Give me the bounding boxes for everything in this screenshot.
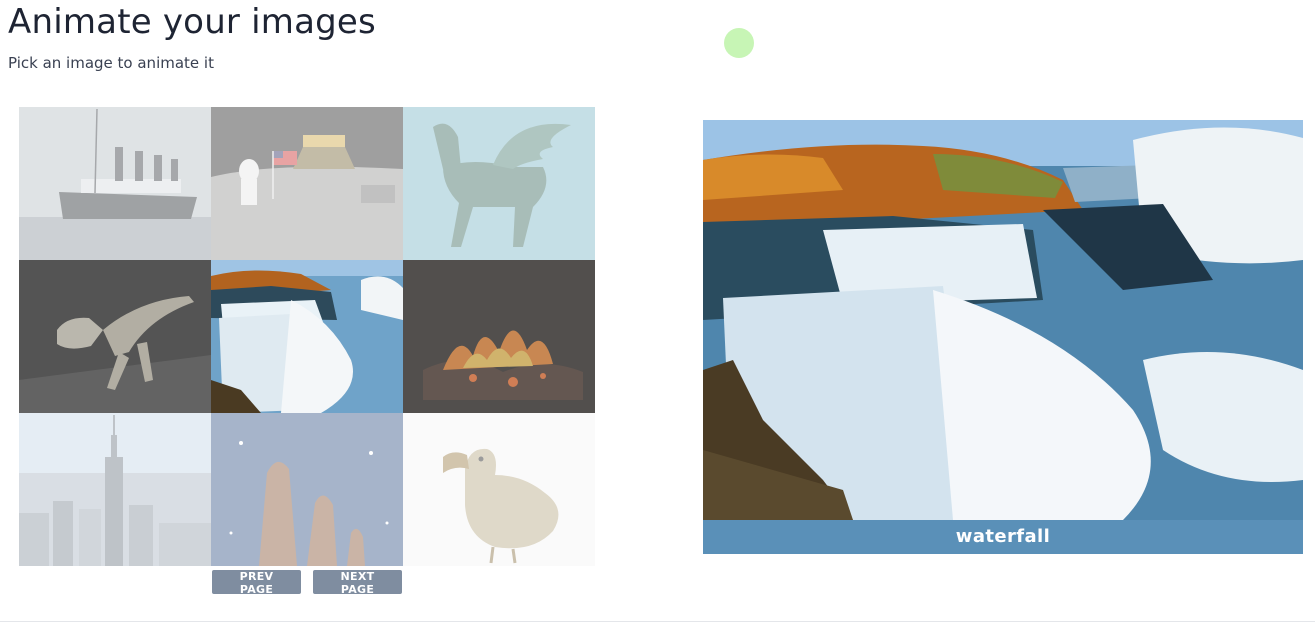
page-title: Animate your images (8, 2, 376, 42)
preview-panel: waterfall (703, 120, 1303, 554)
gallery-tile-dodo[interactable] (403, 413, 595, 566)
gallery-tile-dinosaur[interactable] (19, 260, 211, 413)
prev-page-button[interactable]: PREV PAGE (212, 570, 301, 596)
gallery-tile-nebula[interactable] (211, 413, 403, 566)
gallery-tile-moon[interactable] (211, 107, 403, 260)
gallery-tile-city[interactable] (19, 413, 211, 566)
gallery-tile-pegasus[interactable] (403, 107, 595, 260)
next-page-button[interactable]: NEXT PAGE (313, 570, 402, 596)
cursor-indicator (724, 28, 754, 58)
preview-caption: waterfall (703, 520, 1303, 554)
waterfall-image (211, 260, 403, 413)
pagination: PREV PAGE NEXT PAGE (212, 570, 402, 596)
gallery-tile-fire[interactable] (403, 260, 595, 413)
gallery-tile-ship[interactable] (19, 107, 211, 260)
page-subtitle: Pick an image to animate it (8, 54, 214, 72)
image-gallery (19, 107, 595, 566)
gallery-tile-waterfall[interactable] (211, 260, 403, 413)
divider (0, 621, 1315, 622)
waterfall-preview-image (703, 120, 1303, 520)
